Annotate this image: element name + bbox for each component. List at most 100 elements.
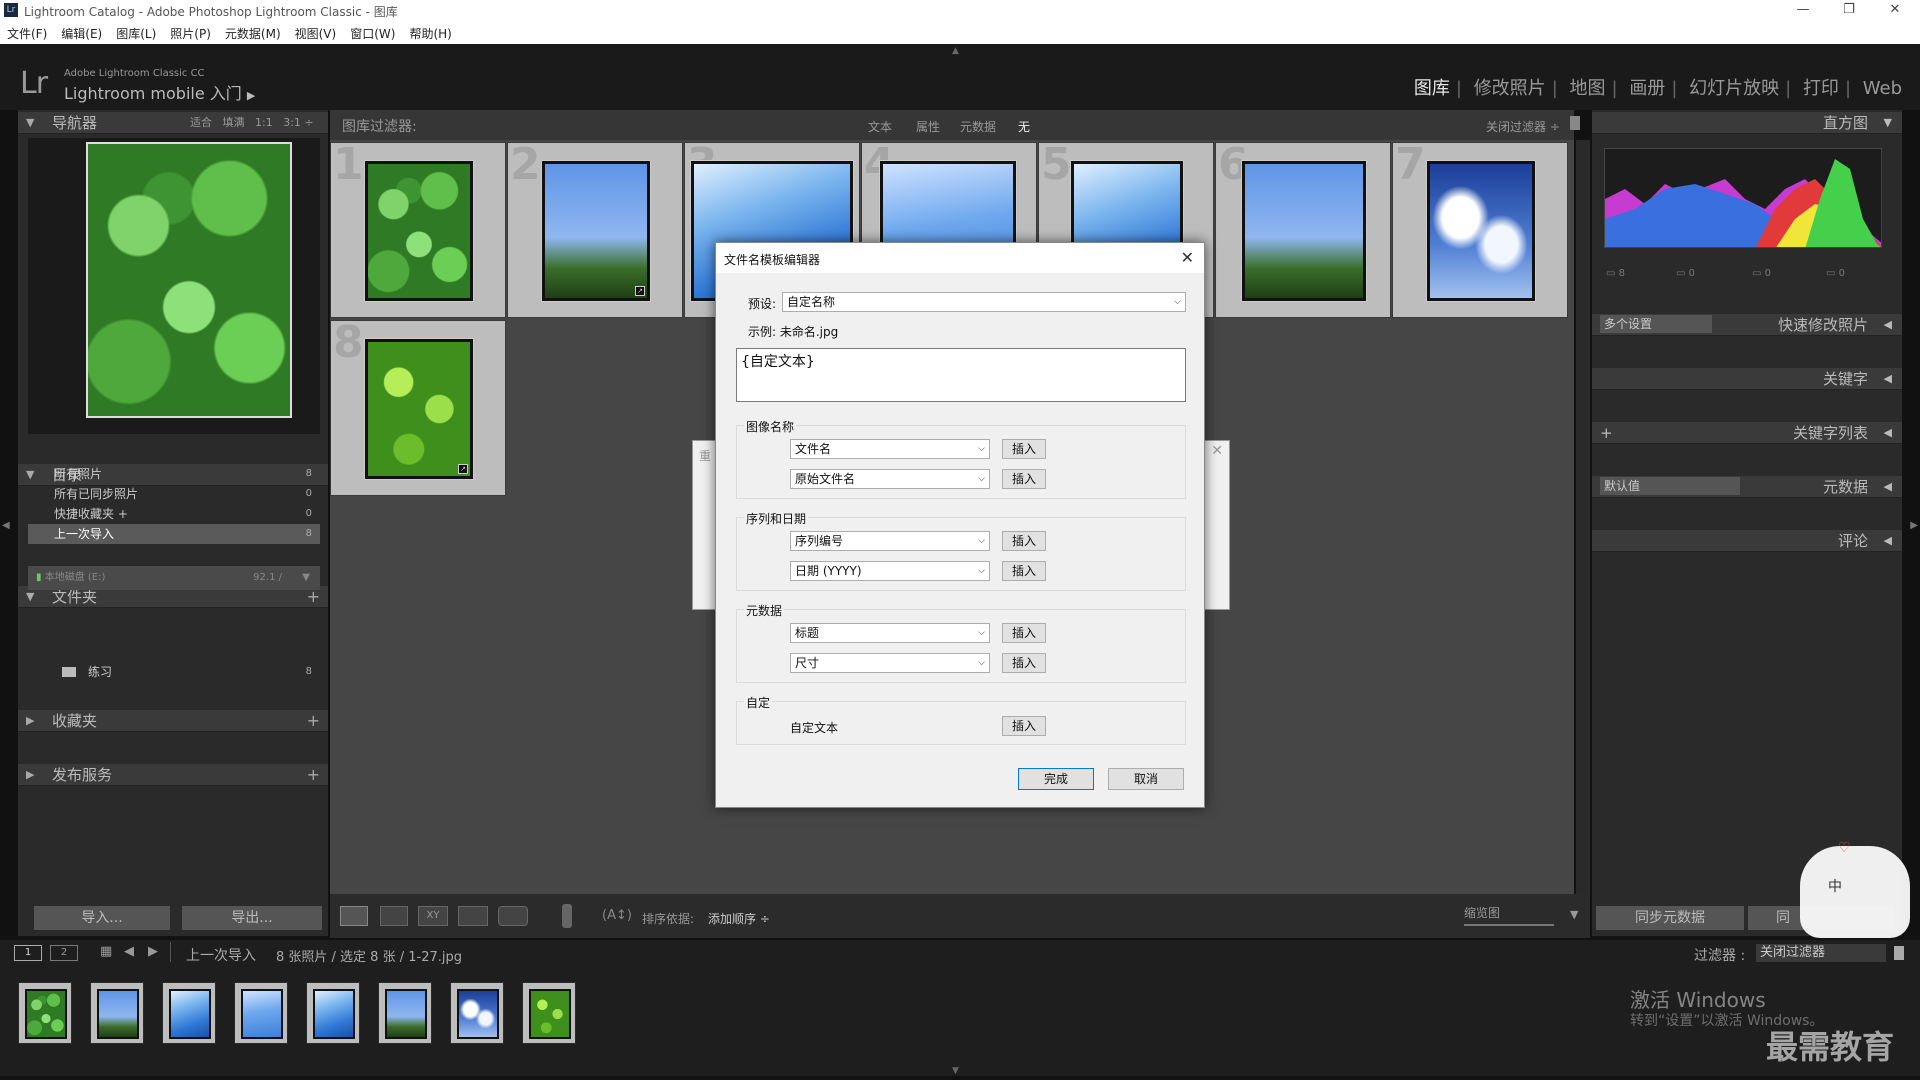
quick-develop-select[interactable]: 多个设置 — [1600, 315, 1712, 333]
identity-line2[interactable]: Lightroom mobile 入门 ▶ — [64, 80, 255, 104]
zoom-fit[interactable]: 适合 — [190, 116, 212, 129]
sort-direction-icon[interactable]: (A↕) — [602, 908, 632, 923]
add-keyword-icon[interactable]: + — [1600, 422, 1613, 444]
filmstrip-thumb[interactable] — [234, 982, 288, 1044]
filter-preset[interactable]: 关闭过滤器 ÷ — [1486, 118, 1560, 135]
histogram-header[interactable]: 直方图 ▼ — [1592, 112, 1902, 134]
grid-cell[interactable]: 6 — [1215, 139, 1391, 318]
menu-help[interactable]: 帮助(H) — [402, 22, 458, 42]
grid-cell[interactable]: 1 — [330, 139, 506, 318]
catalog-item-quick-collection[interactable]: 快捷收藏夹 +0 — [28, 504, 320, 524]
menu-photo[interactable]: 照片(P) — [163, 22, 218, 42]
keywording-header[interactable]: 关键字 ◀ — [1592, 368, 1902, 390]
metadata-select-2[interactable]: 尺寸 ⌵ — [790, 653, 990, 673]
insert-button[interactable]: 插入 — [1002, 716, 1046, 736]
secondary-window-button[interactable]: 2 — [50, 945, 78, 961]
filmstrip-thumb[interactable] — [162, 982, 216, 1044]
filmstrip-info[interactable]: 8 张照片 / 选定 8 张 / 1-27.jpg — [276, 946, 462, 965]
menu-library[interactable]: 图库(L) — [109, 22, 163, 42]
filmstrip-thumb[interactable] — [522, 982, 576, 1044]
insert-button[interactable]: 插入 — [1002, 561, 1046, 581]
module-library[interactable]: 图库 — [1408, 78, 1456, 99]
grid-cell[interactable]: 7 — [1392, 139, 1568, 318]
publish-header[interactable]: ▶ 发布服务 + — [18, 764, 328, 786]
module-print[interactable]: 打印 — [1797, 78, 1845, 99]
menu-edit[interactable]: 编辑(E) — [54, 22, 109, 42]
filmstrip-thumb[interactable] — [450, 982, 504, 1044]
filmstrip-filter-select[interactable]: 关闭过滤器 — [1756, 944, 1886, 962]
insert-button[interactable]: 插入 — [1002, 439, 1046, 459]
filter-text[interactable]: 文本 — [868, 118, 892, 135]
forward-arrow-icon[interactable]: ▶ — [148, 944, 158, 959]
ime-cat-mascot[interactable]: 中 ♡ — [1800, 840, 1910, 938]
right-panel-toggle-icon[interactable]: ▶ — [1910, 520, 1918, 531]
catalog-item-all-photos[interactable]: 所有照片 8 — [28, 464, 320, 484]
insert-button[interactable]: 插入 — [1002, 469, 1046, 489]
sort-select[interactable]: 添加顺序 ÷ — [708, 910, 770, 927]
sequence-select-1[interactable]: 序列编号 ⌵ — [790, 531, 990, 551]
metadata-select-1[interactable]: 标题 ⌵ — [790, 623, 990, 643]
lock-icon[interactable] — [1570, 116, 1580, 130]
menu-metadata[interactable]: 元数据(M) — [218, 22, 288, 42]
keyword-list-header[interactable]: + 关键字列表 ◀ — [1592, 422, 1902, 444]
filmstrip-lock-icon[interactable] — [1894, 946, 1904, 960]
grid-view-icon[interactable] — [340, 906, 368, 926]
painter-icon[interactable] — [562, 904, 572, 928]
toolbar-menu-icon[interactable]: ▼ — [1570, 908, 1578, 921]
done-button[interactable]: 完成 — [1018, 768, 1094, 790]
filter-attribute[interactable]: 属性 — [916, 118, 940, 135]
compare-view-icon[interactable]: XY — [418, 906, 448, 926]
sync-metadata-button[interactable]: 同步元数据 — [1596, 906, 1744, 930]
insert-button[interactable]: 插入 — [1002, 653, 1046, 673]
loupe-view-icon[interactable] — [380, 906, 408, 926]
menu-file[interactable]: 文件(F) — [0, 22, 54, 42]
add-collection-icon[interactable]: + — [307, 710, 320, 732]
filmstrip-thumb[interactable] — [306, 982, 360, 1044]
primary-window-button[interactable]: 1 — [14, 945, 42, 961]
import-button[interactable]: 导入... — [34, 906, 170, 930]
export-button[interactable]: 导出... — [182, 906, 322, 930]
grid-cell[interactable]: 2 ↗ — [507, 139, 683, 318]
comments-header[interactable]: 评论 ◀ — [1592, 530, 1902, 552]
menu-window[interactable]: 窗口(W) — [343, 22, 402, 42]
image-name-select-1[interactable]: 文件名 ⌵ — [790, 439, 990, 459]
collections-header[interactable]: ▶ 收藏夹 + — [18, 710, 328, 732]
filter-none[interactable]: 无 — [1018, 118, 1030, 135]
zoom-fill[interactable]: 填满 — [223, 116, 245, 129]
back-arrow-icon[interactable]: ◀ — [124, 944, 134, 959]
filmstrip-thumb[interactable] — [18, 982, 72, 1044]
filmstrip-thumb[interactable] — [90, 982, 144, 1044]
survey-view-icon[interactable] — [458, 906, 488, 926]
close-icon[interactable]: ✕ — [1211, 443, 1223, 459]
navigator-header[interactable]: ▼ 导航器 适合 填满 1:1 3:1 ÷ — [18, 112, 328, 134]
close-icon[interactable]: ✕ — [1872, 0, 1918, 22]
add-publish-icon[interactable]: + — [307, 764, 320, 786]
module-book[interactable]: 画册 — [1623, 78, 1671, 99]
thumbnail-size-slider[interactable] — [1464, 924, 1554, 926]
navigator-preview[interactable] — [28, 138, 320, 434]
dialog-close-icon[interactable]: ✕ — [1181, 248, 1194, 267]
volume-bar[interactable]: ▮ 本地磁盘 (E:) 92.1 / ▼ — [28, 566, 320, 590]
module-develop[interactable]: 修改照片 — [1468, 78, 1552, 99]
catalog-item-synced[interactable]: 所有已同步照片 0 — [28, 484, 320, 504]
filmstrip-thumb[interactable] — [378, 982, 432, 1044]
people-view-icon[interactable] — [498, 906, 528, 926]
zoom-3-1[interactable]: 3:1 — [283, 116, 301, 129]
template-textarea[interactable]: {自定文本} — [736, 348, 1186, 402]
menu-view[interactable]: 视图(V) — [288, 22, 344, 42]
zoom-1-1[interactable]: 1:1 — [255, 116, 273, 129]
insert-button[interactable]: 插入 — [1002, 623, 1046, 643]
cancel-button[interactable]: 取消 — [1108, 768, 1184, 790]
collapse-top-icon[interactable]: ▲ — [952, 46, 959, 56]
metadata-preset-select[interactable]: 默认值 — [1600, 477, 1740, 495]
restore-icon[interactable]: ❐ — [1826, 0, 1872, 22]
grid-small-icon[interactable]: ▦ — [100, 944, 112, 959]
module-map[interactable]: 地图 — [1564, 78, 1612, 99]
catalog-item-previous-import[interactable]: 上一次导入 8 — [28, 524, 320, 544]
image-name-select-2[interactable]: 原始文件名 ⌵ — [790, 469, 990, 489]
preset-select[interactable]: 自定名称 ⌵ — [782, 292, 1186, 312]
quick-develop-header[interactable]: 多个设置 快速修改照片 ◀ — [1592, 314, 1902, 336]
metadata-header[interactable]: 默认值 元数据 ◀ — [1592, 476, 1902, 498]
collapse-bottom-icon[interactable]: ▼ — [952, 1066, 959, 1076]
folder-item-practice[interactable]: 练习 8 — [28, 662, 320, 682]
